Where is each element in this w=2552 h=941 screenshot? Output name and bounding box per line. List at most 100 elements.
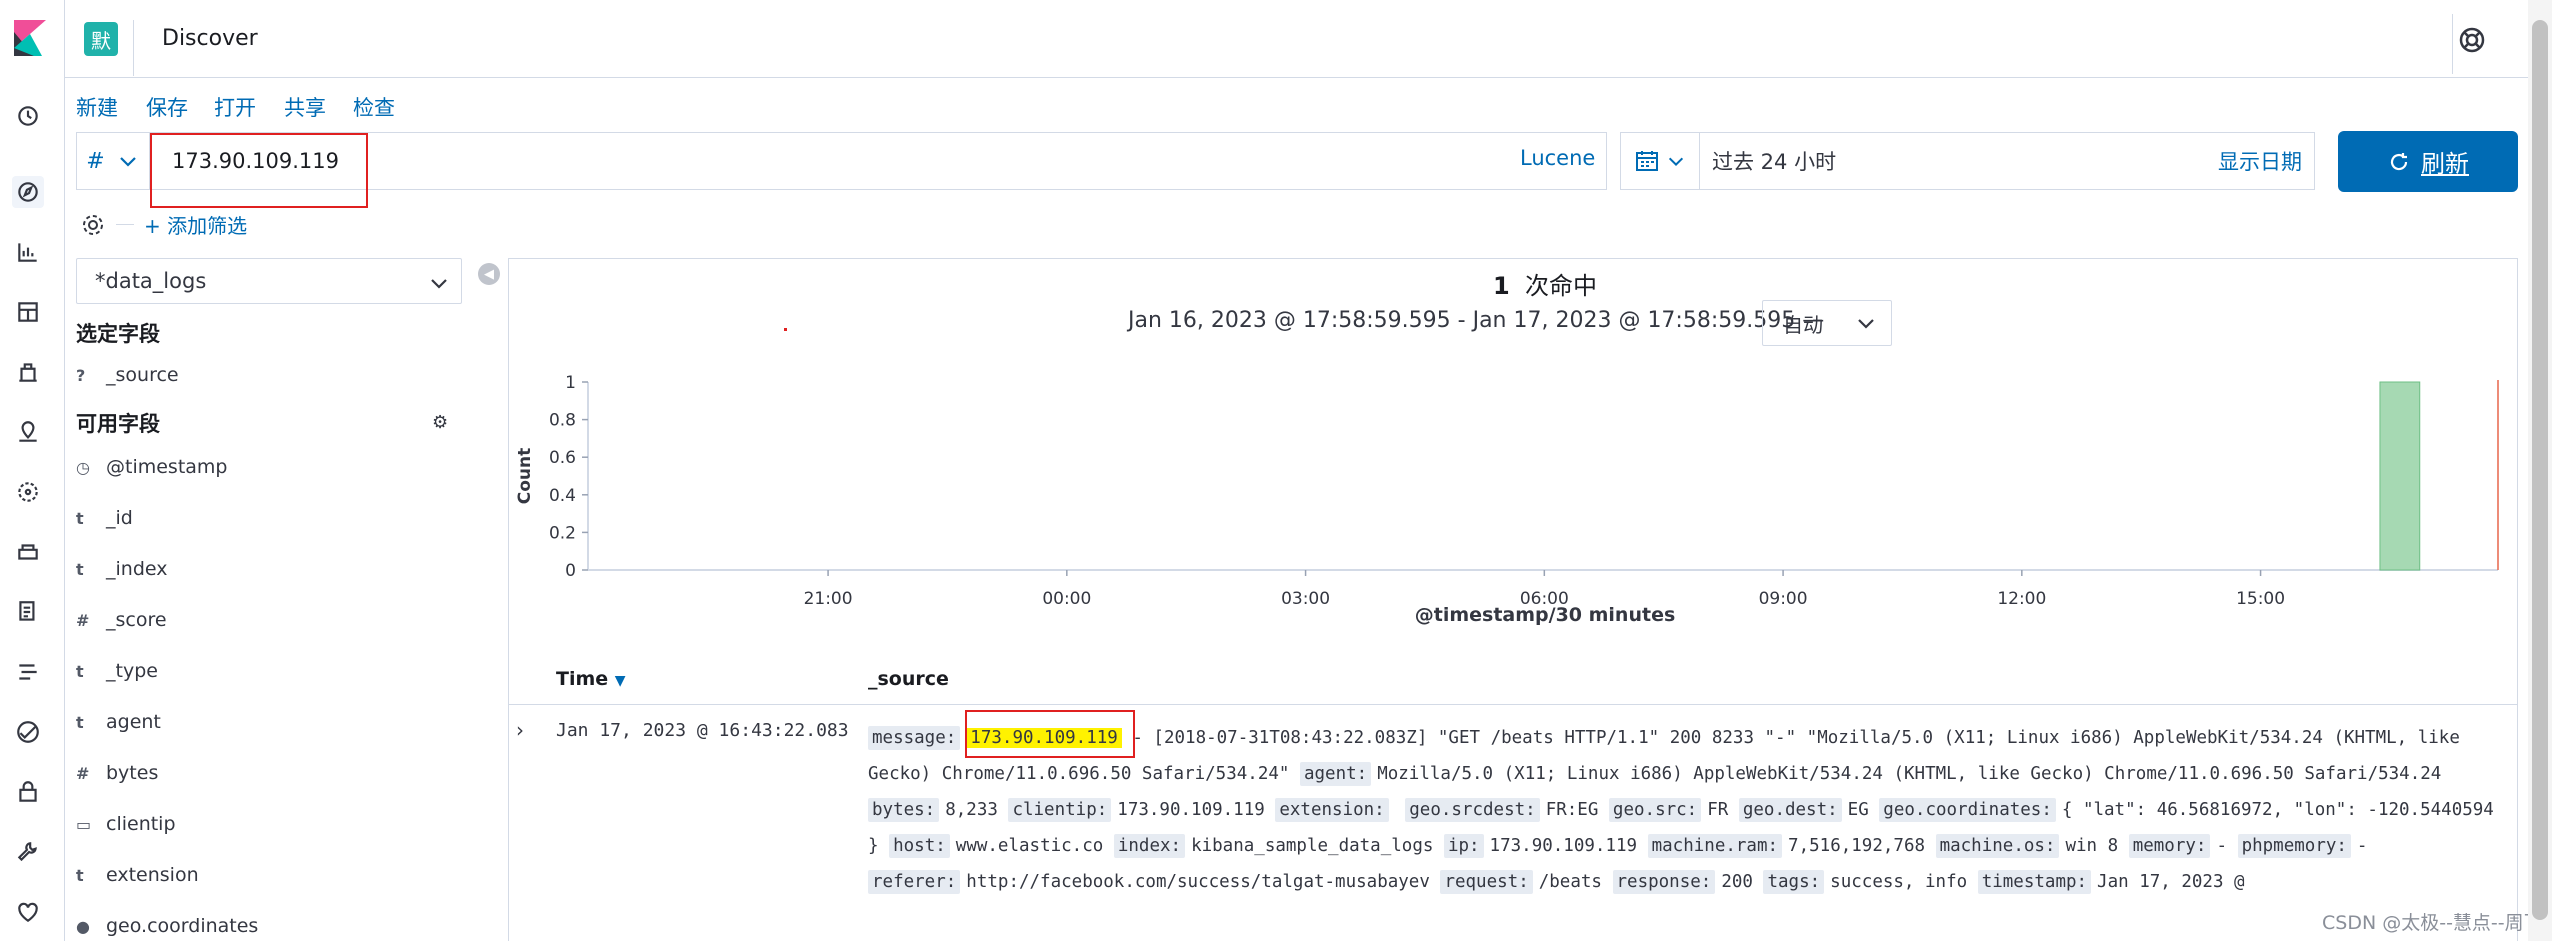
source-key: phpmemory:	[2237, 834, 2351, 858]
filter-settings-gear-icon[interactable]	[80, 212, 106, 238]
chart-bar	[2379, 381, 2421, 571]
ml-icon[interactable]	[12, 476, 44, 508]
menu-inspect[interactable]: 检查	[353, 92, 395, 122]
interval-select[interactable]: 自动	[1762, 300, 1892, 346]
add-filter-button[interactable]: + 添加筛选	[144, 210, 247, 239]
y-tick-label: 0.4	[549, 486, 576, 506]
source-value: -	[2356, 836, 2368, 856]
uptime-icon[interactable]	[12, 716, 44, 748]
source-value: 200	[1721, 872, 1753, 892]
selected-fields-header: 选定字段	[76, 322, 160, 346]
field-item[interactable]: t agent	[76, 711, 161, 733]
kibana-logo-icon[interactable]	[12, 20, 48, 56]
annotation-box-query	[150, 133, 368, 208]
scrollbar-thumb[interactable]	[2532, 20, 2548, 920]
visualize-icon[interactable]	[12, 236, 44, 268]
menu-new[interactable]: 新建	[76, 92, 118, 122]
source-value: 173.90.109.119	[1117, 800, 1265, 820]
query-language-toggle[interactable]: Lucene	[1520, 146, 1595, 170]
infrastructure-icon[interactable]	[12, 536, 44, 568]
field-item[interactable]: ▭ clientip	[76, 813, 176, 835]
source-value: kibana_sample_data_logs	[1191, 836, 1434, 856]
page-title: Discover	[162, 26, 258, 51]
expand-row-chevron-icon[interactable]: ›	[516, 718, 524, 742]
field-item[interactable]: ◷ @timestamp	[76, 456, 228, 478]
source-value: Mozilla/5.0 (X11; Linux i686) AppleWebKi…	[1377, 764, 2442, 784]
source-key: index:	[1113, 834, 1186, 858]
hit-count-number: 1	[1493, 272, 1510, 300]
source-value: success, info	[1830, 872, 1968, 892]
menu-save[interactable]: 保存	[146, 92, 188, 122]
field-filter-gear-icon[interactable]: ⚙	[432, 412, 448, 433]
help-lifebuoy-icon[interactable]	[2456, 24, 2488, 56]
y-tick-label: 0.6	[549, 448, 576, 468]
source-key: request:	[1440, 870, 1533, 894]
field-name: bytes	[106, 762, 159, 784]
field-name: _index	[106, 558, 168, 580]
column-header-time-label: Time	[556, 668, 609, 690]
source-key: host:	[889, 834, 950, 858]
source-value: Jan 17, 2023 @	[2097, 872, 2245, 892]
quick-date-menu[interactable]	[1620, 132, 1700, 190]
source-key: bytes:	[868, 798, 940, 822]
field-item[interactable]: # bytes	[76, 762, 158, 784]
source-value: win 8	[2065, 836, 2119, 856]
geo-point-icon: ●	[76, 916, 90, 936]
field-item[interactable]: t extension	[76, 864, 199, 886]
field-item[interactable]: t _type	[76, 660, 158, 682]
source-key: message:	[868, 726, 961, 750]
discover-compass-icon[interactable]	[12, 176, 44, 208]
source-key: extension:	[1275, 798, 1389, 822]
source-key: agent:	[1299, 762, 1372, 786]
siem-lock-icon[interactable]	[12, 776, 44, 808]
field-type-icon: t	[76, 865, 84, 885]
column-header-time[interactable]: Time ▼	[556, 668, 626, 690]
monitoring-heart-icon[interactable]	[12, 896, 44, 928]
ip-icon: ▭	[76, 814, 92, 834]
field-name: geo.coordinates	[106, 915, 259, 937]
row-divider	[508, 704, 2518, 705]
hit-count-label: 次命中	[1524, 272, 1597, 300]
source-key: clientip:	[1008, 798, 1112, 822]
header-divider	[133, 20, 134, 76]
menu-open[interactable]: 打开	[214, 92, 256, 122]
interval-value: 自动	[1783, 312, 1823, 337]
y-tick-label: 0.8	[549, 411, 576, 431]
dev-tools-wrench-icon[interactable]	[12, 836, 44, 868]
refresh-label: 刷新	[2421, 150, 2469, 178]
field-item[interactable]: ● geo.coordinates	[76, 915, 258, 937]
field-item-source[interactable]: ? _source	[76, 364, 179, 386]
top-header	[65, 0, 2552, 78]
query-type-selector[interactable]: #	[76, 132, 150, 190]
field-name: extension	[106, 864, 199, 886]
space-avatar[interactable]: 默	[84, 22, 118, 56]
side-nav	[0, 0, 65, 941]
field-name: _source	[106, 364, 179, 386]
calendar-icon	[1635, 151, 1658, 171]
field-name: clientip	[106, 813, 176, 835]
maps-icon[interactable]	[12, 416, 44, 448]
source-key: timestamp:	[1977, 870, 2092, 894]
field-item[interactable]: t _index	[76, 558, 167, 580]
y-tick-label: 0	[565, 561, 576, 581]
filter-divider	[116, 224, 134, 225]
source-value: -	[2216, 836, 2228, 856]
watermark: CSDN @太极--慧点--周飞	[2322, 912, 2543, 934]
date-range-text[interactable]: 过去 24 小时	[1712, 146, 1836, 176]
source-key: memory:	[2128, 834, 2211, 858]
stray-dot	[784, 328, 787, 331]
histogram-chart: 00.20.40.60.8121:00 00:00 03:00 06:00 09:00 1…	[515, 373, 2499, 609]
menu-share[interactable]: 共享	[284, 92, 326, 122]
source-key: geo.dest:	[1738, 798, 1842, 822]
source-key: geo.src:	[1608, 798, 1702, 822]
source-key: ip:	[1443, 834, 1484, 858]
show-dates-link[interactable]: 显示日期	[2218, 146, 2302, 176]
refresh-button[interactable]: 刷新	[2338, 131, 2518, 192]
field-item[interactable]: t _id	[76, 507, 133, 529]
apm-icon[interactable]	[12, 656, 44, 688]
source-value: EG	[1847, 800, 1869, 820]
canvas-icon[interactable]	[12, 356, 44, 388]
field-type-icon: ?	[76, 365, 86, 385]
sort-down-icon[interactable]: ▼	[615, 673, 626, 689]
recent-clock-icon[interactable]	[12, 100, 44, 132]
